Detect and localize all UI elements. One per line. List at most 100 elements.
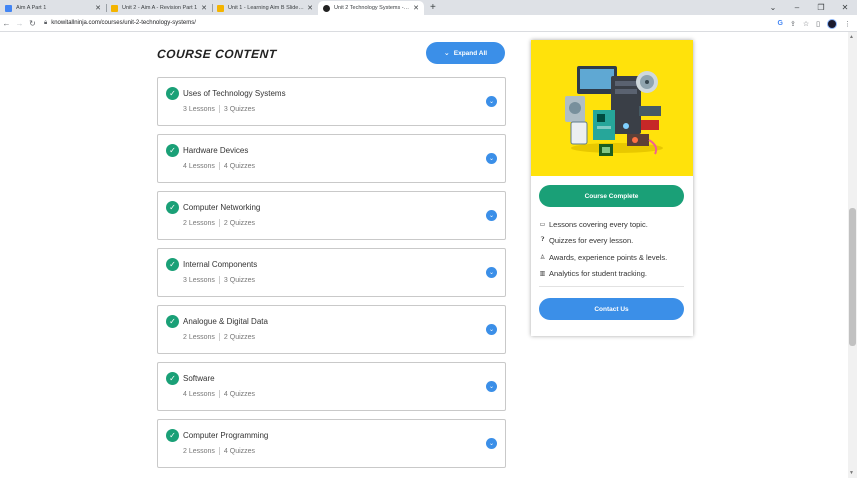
sidebar-divider <box>539 286 684 287</box>
bookmark-star-icon[interactable]: ☆ <box>803 20 809 28</box>
close-icon[interactable]: ✕ <box>307 4 313 12</box>
expand-chevron-icon[interactable]: ⌄ <box>486 324 497 335</box>
expand-chevron-icon[interactable]: ⌄ <box>486 267 497 278</box>
close-window-icon[interactable]: ✕ <box>833 3 857 12</box>
lesson-count: 3 Lessons <box>183 105 215 113</box>
lesson-title[interactable]: Internal Components <box>183 260 257 269</box>
lesson-item[interactable]: ✓ Analogue & Digital Data 2 Lessons 2 Qui… <box>157 305 506 354</box>
lesson-meta: 2 Lessons 2 Quizzes <box>183 333 255 341</box>
tab-title: Unit 2 Technology Systems - Kno <box>334 5 411 11</box>
feature-text: Awards, experience points & levels. <box>549 252 668 262</box>
quiz-count: 4 Quizzes <box>223 162 256 170</box>
new-tab-button[interactable]: + <box>430 1 436 15</box>
lesson-title[interactable]: Hardware Devices <box>183 146 248 155</box>
meta-divider <box>218 333 220 341</box>
meta-divider <box>218 105 220 113</box>
lesson-title[interactable]: Software <box>183 374 215 383</box>
close-icon[interactable]: ✕ <box>201 4 207 12</box>
meta-divider <box>218 219 220 227</box>
browser-toolbar: ← → ↻ 🔒︎ knowitallninja.com/courses/unit… <box>0 15 857 32</box>
lesson-count: 4 Lessons <box>183 390 215 398</box>
check-circle-icon: ✓ <box>166 315 179 328</box>
lesson-item[interactable]: ✓ Software 4 Lessons 4 Quizzes ⌄ <box>157 362 506 411</box>
lesson-item[interactable]: ✓ Uses of Technology Systems 3 Lessons 3 … <box>157 77 506 126</box>
meta-divider <box>218 162 220 170</box>
reload-icon[interactable]: ↻ <box>26 19 39 28</box>
quiz-count: 2 Quizzes <box>223 333 256 341</box>
scroll-down-icon[interactable]: ▼ <box>849 470 854 476</box>
feature-item: ▥ Analytics for student tracking. <box>538 266 667 283</box>
lesson-title[interactable]: Analogue & Digital Data <box>183 317 268 326</box>
award-icon: ♙ <box>539 254 546 261</box>
url-text[interactable]: knowitallninja.com/courses/unit-2-techno… <box>51 20 196 26</box>
feature-list: ▭ Lessons covering every topic. ❓︎ Quizz… <box>538 216 668 283</box>
close-icon[interactable]: ✕ <box>95 4 101 12</box>
feature-item: ▭ Lessons covering every topic. <box>538 216 667 233</box>
address-bar[interactable]: 🔒︎ knowitallninja.com/courses/unit-2-tec… <box>44 17 196 30</box>
expand-chevron-icon[interactable]: ⌄ <box>486 381 497 392</box>
computer-hardware-illustration <box>565 66 663 156</box>
quiz-count: 3 Quizzes <box>223 276 256 284</box>
lesson-count: 2 Lessons <box>183 333 215 341</box>
expand-chevron-icon[interactable]: ⌄ <box>486 438 497 449</box>
lesson-item[interactable]: ✓ Hardware Devices 4 Lessons 4 Quizzes ⌄ <box>157 134 506 183</box>
lesson-count: 3 Lessons <box>183 276 215 284</box>
quiz-count: 4 Quizzes <box>223 390 256 398</box>
lesson-item[interactable]: ✓ Internal Components 3 Lessons 3 Quizzes… <box>157 248 506 297</box>
scroll-up-icon[interactable]: ▲ <box>849 34 854 40</box>
expand-chevron-icon[interactable]: ⌄ <box>486 153 497 164</box>
lesson-item[interactable]: ✓ Computer Programming 2 Lessons 4 Quizze… <box>157 419 506 468</box>
lesson-item[interactable]: ✓ Computer Networking 2 Lessons 2 Quizzes… <box>157 191 506 240</box>
lesson-title[interactable]: Computer Programming <box>183 431 268 440</box>
close-icon[interactable]: ✕ <box>413 4 419 12</box>
expand-all-button[interactable]: ⌄ Expand All <box>426 42 505 64</box>
side-panel-icon[interactable]: ▯ <box>816 20 820 28</box>
check-circle-icon: ✓ <box>166 144 179 157</box>
feature-item: ❓︎ Quizzes for every lesson. <box>538 233 667 250</box>
menu-kebab-icon[interactable]: ⋮ <box>844 20 851 28</box>
feature-text: Quizzes for every lesson. <box>549 236 634 246</box>
google-icon[interactable]: G <box>778 20 783 27</box>
back-icon[interactable]: ← <box>0 19 13 28</box>
profile-avatar[interactable] <box>827 18 837 29</box>
contact-us-button[interactable]: Contact Us <box>539 298 684 320</box>
monitor-icon: ▭ <box>539 221 546 228</box>
page-content: COURSE CONTENT ⌄ Expand All ✓ Uses of Te… <box>0 32 848 478</box>
question-icon: ❓︎ <box>540 237 545 244</box>
meta-divider <box>218 447 220 455</box>
browser-tab-0[interactable]: Aim A Part 1 ✕ <box>0 1 106 15</box>
browser-tab-2[interactable]: Unit 1 - Learning Aim B Slides F ✕ <box>212 1 318 15</box>
lock-icon[interactable]: 🔒︎ <box>44 20 47 27</box>
minimize-icon[interactable]: – <box>785 3 809 12</box>
course-hero-image <box>531 40 693 176</box>
scrollbar-thumb[interactable] <box>849 208 856 346</box>
lesson-meta: 2 Lessons 4 Quizzes <box>183 447 255 455</box>
tab-search-icon[interactable]: ⌄ <box>761 3 785 12</box>
lesson-title[interactable]: Uses of Technology Systems <box>183 89 286 98</box>
page-scrollbar[interactable]: ▲ ▼ <box>848 32 857 478</box>
favicon-icon <box>217 4 224 12</box>
check-circle-icon: ✓ <box>166 429 179 442</box>
share-icon[interactable]: ⇪ <box>790 20 796 28</box>
course-complete-button[interactable]: Course Complete <box>539 185 684 207</box>
feature-text: Lessons covering every topic. <box>549 219 648 229</box>
lesson-meta: 4 Lessons 4 Quizzes <box>183 162 255 170</box>
chart-icon: ▥ <box>539 271 546 278</box>
expand-chevron-icon[interactable]: ⌄ <box>486 210 497 221</box>
meta-divider <box>218 276 220 284</box>
browser-tab-3[interactable]: Unit 2 Technology Systems - Kno ✕ <box>318 1 424 15</box>
forward-icon[interactable]: → <box>13 19 26 28</box>
check-circle-icon: ✓ <box>166 87 179 100</box>
expand-chevron-icon[interactable]: ⌄ <box>486 96 497 107</box>
lesson-title[interactable]: Computer Networking <box>183 203 260 212</box>
toolbar-actions: G ⇪ ☆ ▯ ⋮ <box>778 15 851 32</box>
restore-icon[interactable]: ❐ <box>809 3 833 12</box>
course-content-heading: COURSE CONTENT <box>156 47 278 61</box>
tab-title: Unit 2 - Aim A - Revision Part 1 <box>122 5 198 11</box>
chevron-down-icon: ⌄ <box>443 50 450 57</box>
lesson-count: 2 Lessons <box>183 219 215 227</box>
expand-all-label: Expand All <box>453 49 488 57</box>
lesson-meta: 4 Lessons 4 Quizzes <box>183 390 255 398</box>
browser-tab-1[interactable]: Unit 2 - Aim A - Revision Part 1 ✕ <box>106 1 212 15</box>
tab-title: Aim A Part 1 <box>16 5 47 11</box>
